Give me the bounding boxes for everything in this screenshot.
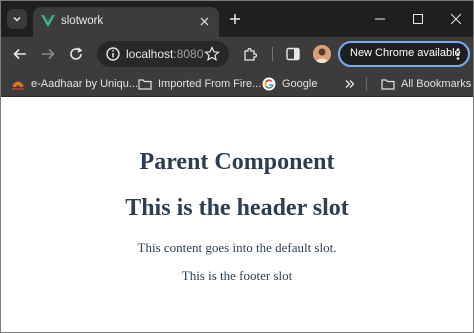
- bookmark-label: All Bookmarks: [401, 78, 472, 90]
- puzzle-icon: [243, 47, 257, 61]
- star-icon[interactable]: [204, 46, 220, 62]
- browser-window: slotwork localhost:8080 New Chrome avail…: [0, 0, 474, 333]
- arrow-left-icon: [13, 48, 26, 60]
- aadhaar-icon: [11, 77, 25, 91]
- arrow-right-icon: [42, 48, 55, 60]
- tab-search-button[interactable]: [7, 9, 27, 29]
- new-tab-button[interactable]: [226, 10, 244, 28]
- bookmarks-divider: [366, 77, 367, 91]
- new-chrome-available-button[interactable]: New Chrome available: [338, 41, 470, 67]
- tab-close-button[interactable]: [197, 14, 211, 28]
- toolbar: localhost:8080 New Chrome available: [1, 37, 473, 71]
- default-slot-text: This content goes into the default slot.: [137, 240, 337, 255]
- page-content: Parent Component This is the header slot…: [1, 97, 473, 332]
- all-bookmarks-button[interactable]: All Bookmarks: [381, 75, 471, 93]
- close-icon: [200, 17, 208, 25]
- title-bar: slotwork: [1, 1, 473, 37]
- more-vert-icon[interactable]: [454, 47, 462, 61]
- folder-icon: [138, 77, 152, 91]
- back-button[interactable]: [11, 45, 29, 63]
- profile-avatar-icon: [313, 45, 331, 63]
- forward-button[interactable]: [39, 45, 57, 63]
- address-host: localhost: [126, 47, 174, 61]
- maximize-icon: [413, 14, 423, 24]
- chevron-down-icon: [13, 16, 21, 22]
- minimize-icon: [375, 18, 385, 20]
- bookmark-label: Imported From Fire...: [158, 78, 262, 90]
- page-title: Parent Component: [139, 149, 335, 175]
- tab-active[interactable]: slotwork: [33, 7, 219, 37]
- extensions-button[interactable]: [241, 45, 259, 63]
- reload-button[interactable]: [67, 45, 85, 63]
- plus-icon: [230, 14, 240, 24]
- minimize-button[interactable]: [361, 1, 399, 37]
- vue-logo-icon: [41, 15, 55, 27]
- info-icon[interactable]: [105, 46, 121, 62]
- bookmark-label: e-Aadhaar by Uniqu...: [31, 78, 139, 90]
- close-window-button[interactable]: [437, 1, 473, 37]
- update-label: New Chrome available: [350, 47, 461, 59]
- google-icon: [262, 77, 276, 91]
- double-chevron-right-icon: [345, 80, 355, 88]
- bookmark-label: Google: [282, 78, 318, 90]
- toolbar-divider: [272, 47, 273, 61]
- close-icon: [451, 14, 461, 24]
- bookmark-aadhaar[interactable]: e-Aadhaar by Uniqu...: [11, 75, 138, 93]
- maximize-button[interactable]: [399, 1, 437, 37]
- folder-icon: [381, 77, 395, 91]
- footer-slot-text: This is the footer slot: [181, 268, 293, 283]
- avatar[interactable]: [313, 45, 331, 63]
- bookmark-google[interactable]: Google: [262, 75, 317, 93]
- address-port: :8080: [173, 47, 204, 61]
- side-panel-button[interactable]: [284, 45, 302, 63]
- tab-title: slotwork: [61, 15, 104, 27]
- bookmarks-overflow-button[interactable]: [345, 75, 355, 93]
- bookmark-imported-folder[interactable]: Imported From Fire...: [138, 75, 261, 93]
- bookmarks-bar: e-Aadhaar by Uniqu... Imported From Fire…: [1, 71, 473, 97]
- reload-icon: [70, 47, 83, 60]
- address-text: localhost:8080: [126, 47, 203, 61]
- address-bar[interactable]: localhost:8080: [97, 41, 229, 67]
- header-slot-heading: This is the header slot: [125, 195, 349, 221]
- side-panel-icon: [286, 47, 300, 61]
